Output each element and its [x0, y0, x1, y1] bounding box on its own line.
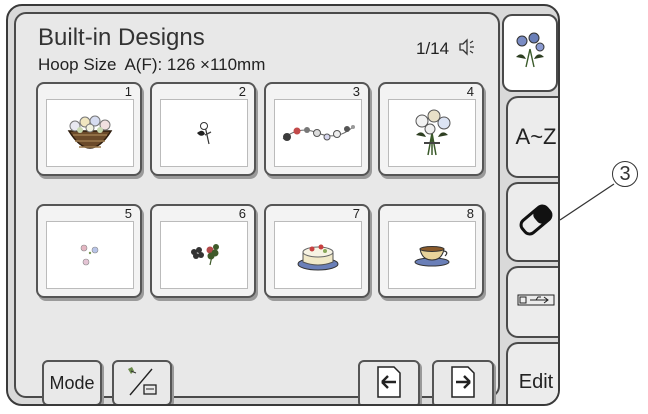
- flower-bouquet-icon: [388, 99, 476, 167]
- machine-screen: Built-in Designs Hoop Size A(F): 126 ×110…: [6, 4, 560, 406]
- prev-page-button[interactable]: [358, 360, 420, 404]
- small-flowers-icon: [46, 221, 134, 289]
- design-tile-8[interactable]: 8: [378, 204, 484, 298]
- page-number: 1/14: [416, 39, 450, 58]
- design-number: 1: [124, 84, 132, 99]
- arrow-left-icon: [376, 365, 402, 404]
- design-tile-2[interactable]: 2: [150, 82, 256, 176]
- resize-icon: [122, 363, 162, 404]
- tab-alphabet[interactable]: A~Z: [506, 96, 558, 178]
- design-number: 3: [352, 84, 360, 99]
- speaker-icon[interactable]: [458, 38, 476, 61]
- design-tile-7[interactable]: 7: [264, 204, 370, 298]
- tab-az-label: A~Z: [515, 124, 557, 149]
- design-number: 6: [238, 206, 246, 221]
- flower-basket-icon: [46, 99, 134, 167]
- design-tile-4[interactable]: 4: [378, 82, 484, 176]
- next-page-button[interactable]: [432, 360, 494, 404]
- page-title: Built-in Designs: [38, 24, 205, 51]
- single-rose-icon: [160, 99, 248, 167]
- design-number: 7: [352, 206, 360, 221]
- arrow-right-icon: [450, 365, 476, 404]
- design-number: 2: [238, 84, 246, 99]
- design-number: 5: [124, 206, 132, 221]
- eraser-icon: [516, 200, 556, 245]
- design-tile-3[interactable]: 3: [264, 82, 370, 176]
- flower-garland-icon: [274, 99, 362, 167]
- usb-icon: [516, 292, 556, 313]
- mode-button[interactable]: Mode: [42, 360, 102, 404]
- cake-icon: [274, 221, 362, 289]
- clover-flower-icon: [160, 221, 248, 289]
- hoop-size-value: A(F): 126 ×110mm: [124, 55, 266, 74]
- flower-design-icon: [512, 31, 548, 76]
- teacup-icon: [388, 221, 476, 289]
- tab-eraser[interactable]: [506, 182, 558, 262]
- design-number: 4: [466, 84, 474, 99]
- hoop-size-label: Hoop Size: [38, 55, 117, 74]
- mode-label: Mode: [49, 372, 95, 393]
- design-tile-5[interactable]: 5: [36, 204, 142, 298]
- tab-edit[interactable]: Edit: [506, 342, 558, 404]
- tab-edit-label: Edit: [518, 370, 554, 393]
- callout-line: [560, 183, 615, 221]
- hoop-size-info: Hoop Size A(F): 126 ×110mm: [38, 55, 265, 75]
- callout-label: 3: [612, 161, 638, 187]
- design-number: 8: [466, 206, 474, 221]
- design-tile-1[interactable]: 1: [36, 82, 142, 176]
- tab-usb[interactable]: [506, 266, 558, 338]
- design-tile-6[interactable]: 6: [150, 204, 256, 298]
- page-indicator: 1/14: [416, 38, 476, 61]
- resize-button[interactable]: [112, 360, 172, 404]
- tab-built-in-designs[interactable]: [502, 14, 558, 92]
- designs-panel: Built-in Designs Hoop Size A(F): 126 ×110…: [14, 12, 500, 404]
